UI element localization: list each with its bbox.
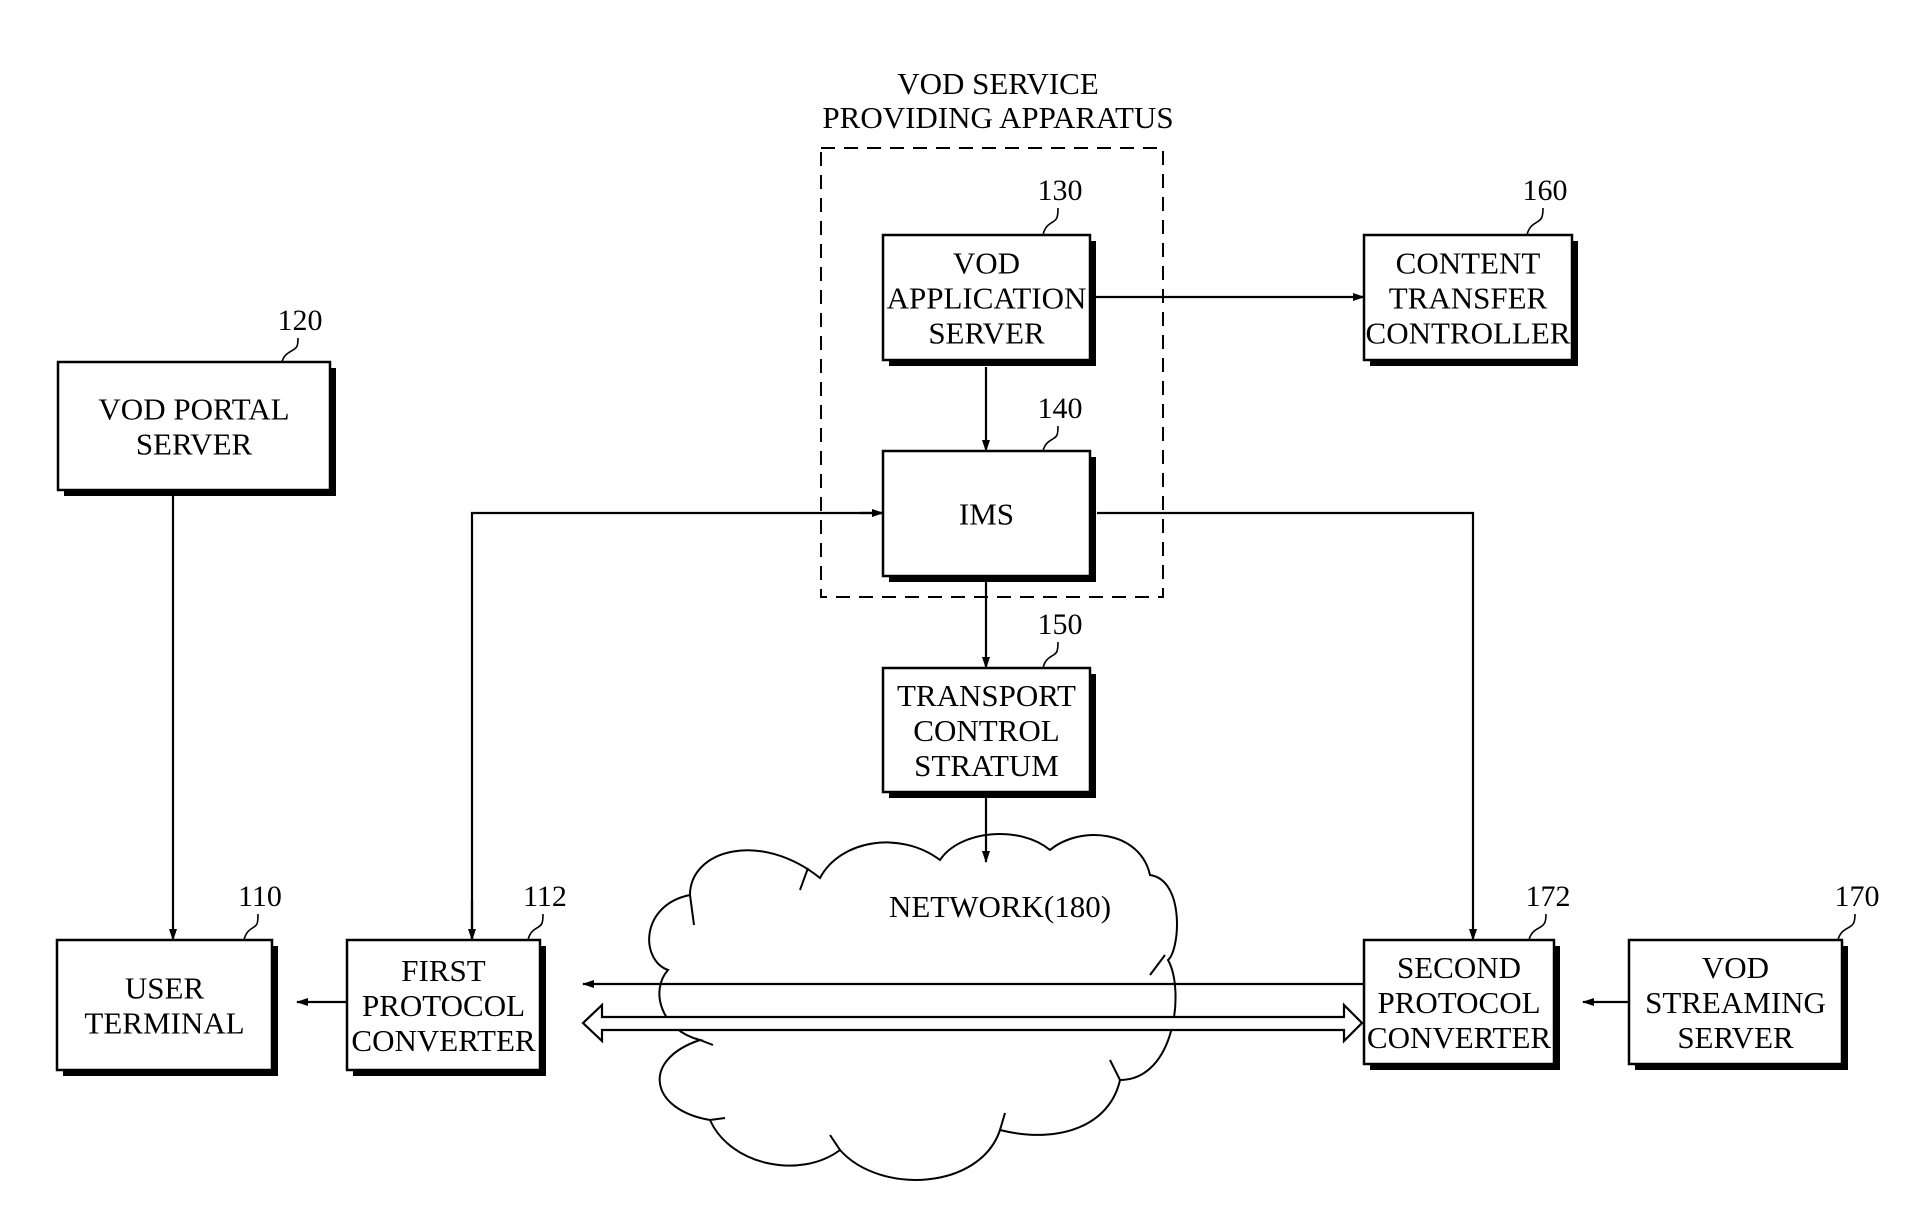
- apparatus-label-line-2: PROVIDING APPARATUS: [822, 100, 1173, 135]
- box-label-line: CONTENT: [1396, 246, 1541, 281]
- node-vod-portal-server: VOD PORTALSERVER 120: [56, 304, 336, 496]
- box-label-line: PROTOCOL: [362, 988, 525, 1023]
- reference-number: 112: [523, 880, 567, 913]
- box-label-line: CONTROL: [913, 713, 1059, 748]
- box-label-line: TERMINAL: [84, 1006, 244, 1041]
- box-label-line: PROTOCOL: [1377, 985, 1540, 1020]
- box-label-line: VOD: [1702, 950, 1769, 985]
- network-label: NETWORK(180): [889, 889, 1111, 924]
- vod-system-diagram: VOD SERVICE PROVIDING APPARATUS NETWORK(…: [55, 66, 1880, 1181]
- reference-number: 170: [1835, 880, 1880, 913]
- reference-leader-line: [243, 913, 259, 941]
- node-user-terminal: USERTERMINAL 110: [55, 880, 282, 1076]
- node-ims: IMS 140: [881, 392, 1096, 582]
- reference-leader-line: [1837, 913, 1856, 941]
- reference-leader-line: [1042, 207, 1059, 236]
- box-label-line: IMS: [959, 497, 1014, 532]
- box-label-line: SECOND: [1397, 950, 1521, 985]
- box-label-line: USER: [125, 971, 205, 1006]
- box-label-line: STRATUM: [914, 748, 1059, 783]
- apparatus-label-line-1: VOD SERVICE: [897, 66, 1099, 101]
- box-label-line: APPLICATION: [887, 281, 1087, 316]
- box-label-line: TRANSPORT: [897, 678, 1076, 713]
- reference-number: 140: [1038, 392, 1083, 425]
- reference-leader-line: [527, 913, 544, 941]
- box-label-line: STREAMING: [1645, 985, 1826, 1020]
- network-cloud: [648, 833, 1178, 1181]
- box-label-line: FIRST: [401, 953, 485, 988]
- box-label-line: CONVERTER: [351, 1023, 535, 1058]
- reference-leader-line: [281, 337, 299, 363]
- reference-leader-line: [1042, 425, 1059, 452]
- box-label-line: SERVER: [136, 427, 253, 462]
- reference-leader-line: [1528, 913, 1547, 941]
- node-transport-control-stratum: TRANSPORTCONTROLSTRATUM 150: [881, 608, 1096, 798]
- box-label-line: SERVER: [1677, 1020, 1794, 1055]
- box-label-line: TRANSFER: [1389, 281, 1548, 316]
- reference-leader-line: [1042, 641, 1059, 669]
- reference-number: 160: [1523, 174, 1568, 207]
- node-first-protocol-converter: FIRSTPROTOCOLCONVERTER 112: [345, 880, 567, 1076]
- reference-leader-line: [1526, 207, 1544, 236]
- reference-number: 130: [1038, 174, 1083, 207]
- reference-number: 150: [1038, 608, 1083, 641]
- reference-number: 120: [278, 304, 323, 337]
- reference-number: 110: [238, 880, 282, 913]
- node-vod-application-server: VODAPPLICATIONSERVER 130: [881, 174, 1096, 366]
- box-label-line: CONVERTER: [1367, 1020, 1551, 1055]
- node-content-transfer-controller: CONTENTTRANSFERCONTROLLER 160: [1362, 174, 1578, 366]
- box-label-line: SERVER: [928, 316, 1045, 351]
- node-second-protocol-converter: SECONDPROTOCOLCONVERTER 172: [1362, 880, 1571, 1070]
- box-label-line: VOD: [953, 246, 1020, 281]
- box-label-line: VOD PORTAL: [98, 392, 289, 427]
- node-vod-streaming-server: VODSTREAMINGSERVER 170: [1627, 880, 1880, 1070]
- box-label-line: CONTROLLER: [1366, 316, 1571, 351]
- reference-number: 172: [1526, 880, 1571, 913]
